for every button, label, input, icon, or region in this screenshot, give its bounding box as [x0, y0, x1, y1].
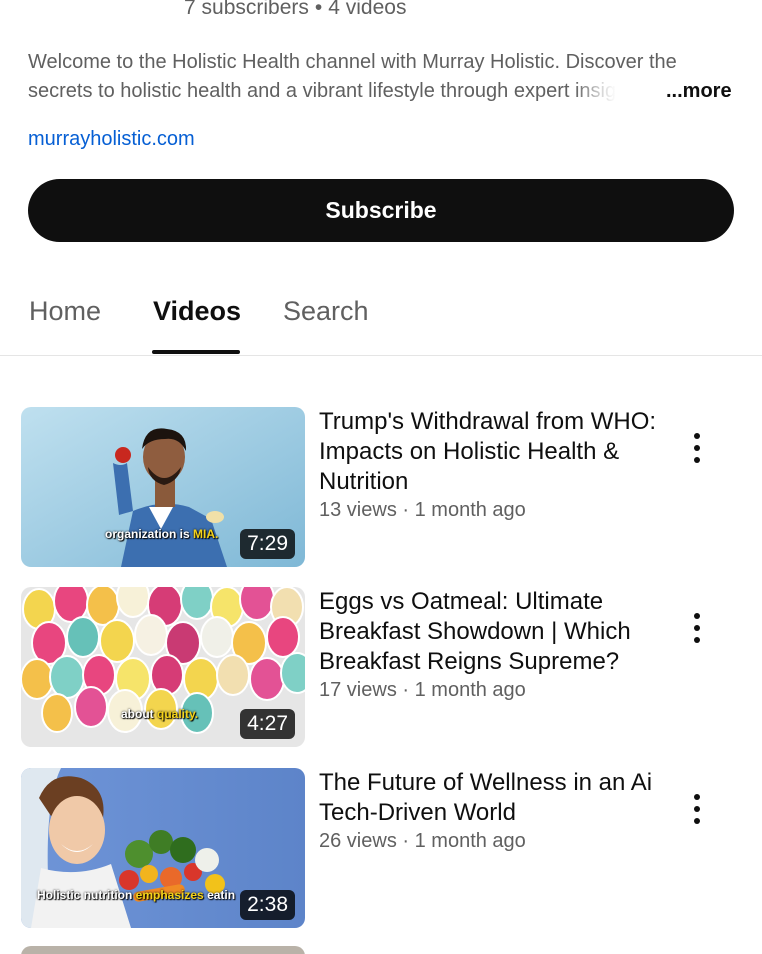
video-thumbnail-partial[interactable] [21, 946, 305, 954]
stats-separator: • [314, 0, 323, 19]
video-thumbnail[interactable]: Holistic nutrition emphasizes eatin 2:38 [21, 768, 305, 928]
description-line-2: secrets to holistic health and a vibrant… [28, 77, 740, 106]
video-title[interactable]: Eggs vs Oatmeal: Ultimate Breakfast Show… [319, 587, 659, 677]
view-count: 17 views [319, 679, 397, 701]
caption-highlight: quality. [157, 707, 199, 721]
description-fade-text: insig [574, 80, 617, 102]
thumbnail-caption: about quality. [121, 707, 198, 721]
meta-separator: · [402, 679, 410, 701]
channel-link[interactable]: murrayholistic.com [28, 128, 195, 151]
video-count: 4 videos [328, 0, 407, 19]
tab-search[interactable]: Search [283, 296, 369, 327]
channel-tabs: Home Videos Search [0, 290, 762, 356]
video-title[interactable]: The Future of Wellness in an Ai Tech-Dri… [319, 768, 659, 828]
video-title[interactable]: Trump's Withdrawal from WHO: Impacts on … [319, 407, 659, 497]
tab-videos[interactable]: Videos [153, 296, 241, 327]
more-button[interactable]: ...more [666, 77, 732, 106]
caption-text: organization is [105, 527, 190, 541]
thumbnail-caption: organization is MIA. [105, 527, 218, 541]
upload-age: 1 month ago [414, 830, 526, 852]
view-count: 13 views [319, 499, 397, 521]
more-vert-icon[interactable] [689, 613, 705, 647]
video-item[interactable]: Holistic nutrition emphasizes eatin 2:38… [21, 768, 741, 928]
caption-highlight: emphasizes [135, 888, 204, 902]
duration-badge: 7:29 [240, 529, 295, 559]
tab-home[interactable]: Home [29, 296, 101, 327]
subscribe-button[interactable]: Subscribe [28, 179, 734, 242]
caption-tail: eatin [207, 888, 236, 902]
subscriber-count: 7 subscribers [184, 0, 309, 19]
video-thumbnail[interactable]: about quality. 4:27 [21, 587, 305, 747]
duration-badge: 2:38 [240, 890, 295, 920]
video-meta: 26 views · 1 month ago [319, 830, 526, 853]
channel-stats: 7 subscribers • 4 videos [184, 0, 406, 20]
channel-description[interactable]: Welcome to the Holistic Health channel w… [28, 48, 740, 106]
description-line-1: Welcome to the Holistic Health channel w… [28, 51, 677, 73]
upload-age: 1 month ago [414, 499, 526, 521]
video-item[interactable]: about quality. 4:27 Eggs vs Oatmeal: Ult… [21, 587, 741, 747]
meta-separator: · [402, 499, 410, 521]
caption-text: Holistic nutrition [37, 888, 133, 902]
active-tab-indicator [152, 350, 240, 354]
meta-separator: · [402, 830, 410, 852]
duration-badge: 4:27 [240, 709, 295, 739]
video-item[interactable]: organization is MIA. 7:29 Trump's Withdr… [21, 407, 741, 567]
video-thumbnail[interactable]: organization is MIA. 7:29 [21, 407, 305, 567]
video-item-partial[interactable] [21, 946, 741, 954]
thumbnail-caption: Holistic nutrition emphasizes eatin [37, 888, 235, 902]
more-vert-icon[interactable] [689, 794, 705, 828]
description-line-2-text: secrets to holistic health and a vibrant… [28, 80, 570, 102]
video-meta: 17 views · 1 month ago [319, 679, 526, 702]
upload-age: 1 month ago [414, 679, 526, 701]
more-vert-icon[interactable] [689, 433, 705, 467]
view-count: 26 views [319, 830, 397, 852]
caption-text: about [121, 707, 154, 721]
video-meta: 13 views · 1 month ago [319, 499, 526, 522]
caption-highlight: MIA. [193, 527, 219, 541]
